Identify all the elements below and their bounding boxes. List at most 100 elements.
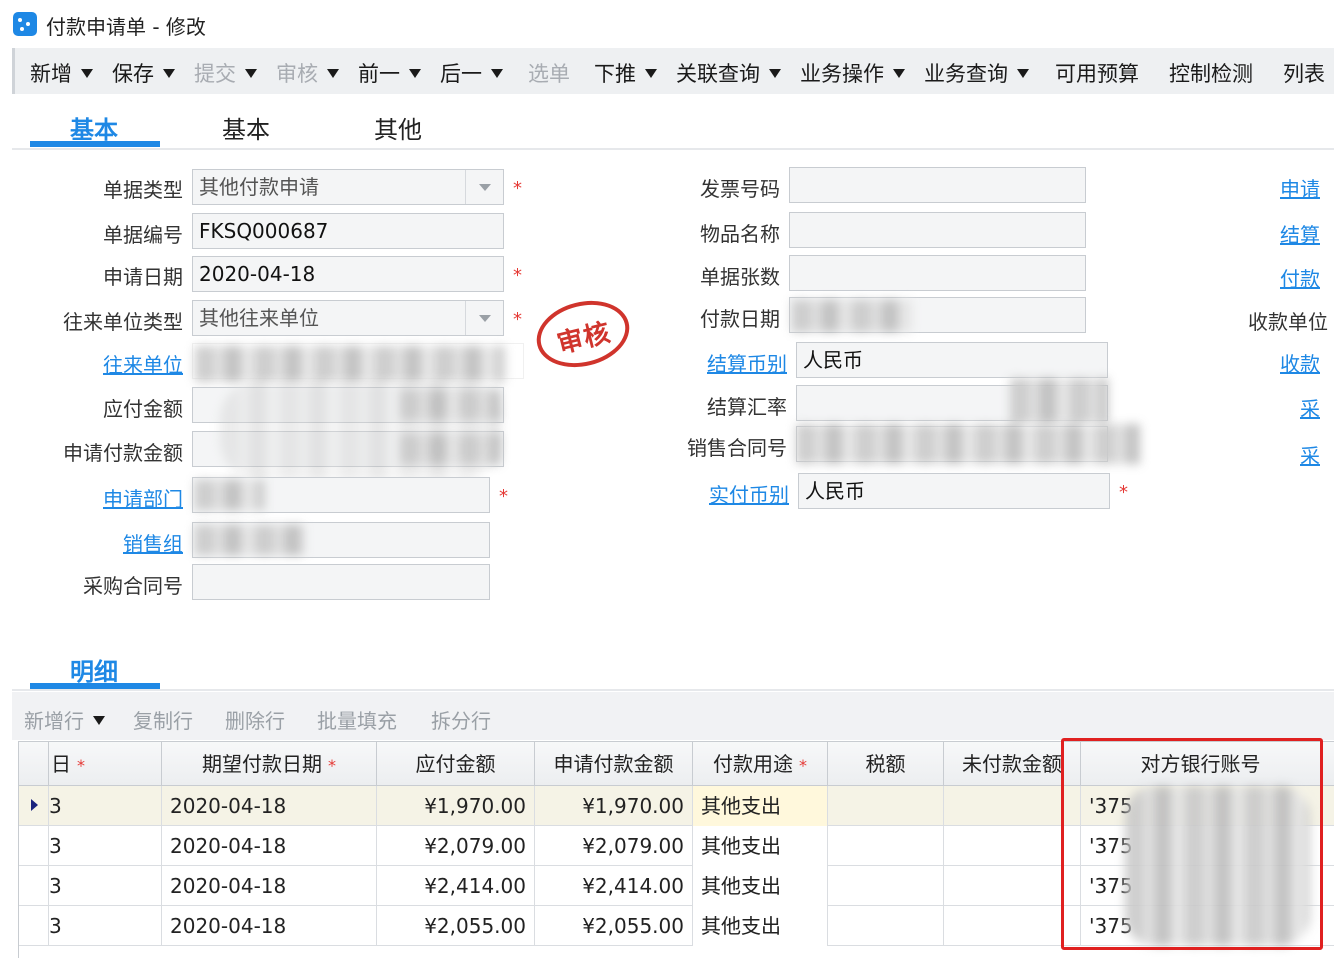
cell-expected-date[interactable]: 2020-04-18 — [162, 906, 377, 946]
bill-no-field[interactable]: FKSQ000687 — [192, 213, 504, 249]
cell-expected-date[interactable]: 2020-04-18 — [162, 866, 377, 906]
next-button[interactable]: 后一 — [440, 58, 503, 88]
push-down-button[interactable]: 下推 — [594, 58, 657, 88]
row-selector[interactable] — [19, 906, 49, 946]
settle-rate-label: 结算汇率 — [707, 395, 787, 419]
item-name-field[interactable] — [789, 212, 1086, 248]
cell-payable[interactable]: ¥2,079.00 — [377, 826, 535, 866]
cell-apply-amount[interactable]: ¥1,970.00 — [535, 786, 693, 826]
row-selector[interactable] — [19, 826, 49, 866]
bill-type-select[interactable]: 其他付款申请 — [192, 169, 504, 205]
available-budget-button[interactable]: 可用预算 — [1055, 58, 1139, 88]
new-button[interactable]: 新增 — [30, 58, 93, 88]
select-bill-button[interactable]: 选单 — [528, 58, 570, 88]
chevron-down-icon[interactable] — [93, 716, 105, 725]
highlight-annotation — [1061, 738, 1323, 950]
apply-date-field[interactable]: 2020-04-18 — [192, 256, 504, 292]
cell-day[interactable]: 3 — [49, 786, 162, 826]
cell-purpose[interactable]: 其他支出 — [693, 786, 828, 826]
sales-contract-label: 销售合同号 — [687, 436, 787, 460]
dropdown-arrow-icon[interactable] — [465, 301, 503, 335]
control-check-button[interactable]: 控制检测 — [1169, 58, 1253, 88]
right-link-purchase-2[interactable]: 采 — [1300, 440, 1334, 469]
cell-purpose[interactable]: 其他支出 — [693, 866, 828, 906]
redacted-block — [1010, 378, 1108, 424]
copy-row-button[interactable]: 复制行 — [133, 705, 193, 734]
tab-basic[interactable]: 基本 — [70, 110, 118, 145]
cell-expected-date[interactable]: 2020-04-18 — [162, 826, 377, 866]
chevron-down-icon[interactable] — [893, 69, 905, 78]
biz-query-button[interactable]: 业务查询 — [924, 58, 1029, 88]
cell-payable[interactable]: ¥1,970.00 — [377, 786, 535, 826]
chevron-down-icon[interactable] — [245, 69, 257, 78]
col-header-tax[interactable]: 税额 — [828, 742, 944, 786]
partner-type-select[interactable]: 其他往来单位 — [192, 300, 504, 336]
chevron-down-icon[interactable] — [163, 69, 175, 78]
prev-button[interactable]: 前一 — [358, 58, 421, 88]
save-button[interactable]: 保存 — [112, 58, 175, 88]
detail-section-title[interactable]: 明细 — [70, 652, 118, 687]
biz-operation-button[interactable]: 业务操作 — [800, 58, 905, 88]
apply-dept-link[interactable]: 申请部门 — [40, 483, 183, 512]
col-header-apply-amount[interactable]: 申请付款金额 — [535, 742, 693, 786]
col-header-payable[interactable]: 应付金额 — [377, 742, 535, 786]
right-link-pay[interactable]: 付款 — [1280, 263, 1334, 292]
chevron-down-icon[interactable] — [645, 69, 657, 78]
window-title: 付款申请单 - 修改 — [46, 15, 206, 39]
actual-currency-field[interactable]: 人民币 — [798, 473, 1110, 509]
cell-apply-amount[interactable]: ¥2,055.00 — [535, 906, 693, 946]
cell-apply-amount[interactable]: ¥2,079.00 — [535, 826, 693, 866]
related-query-button[interactable]: 关联查询 — [676, 58, 781, 88]
cell-expected-date[interactable]: 2020-04-18 — [162, 786, 377, 826]
right-link-settle[interactable]: 结算 — [1280, 219, 1334, 248]
chevron-down-icon[interactable] — [81, 69, 93, 78]
cell-tax[interactable] — [828, 826, 944, 866]
col-header-expected-date[interactable]: 期望付款日期 * — [162, 742, 377, 786]
col-header-purpose[interactable]: 付款用途 * — [693, 742, 828, 786]
invoice-no-field[interactable] — [789, 167, 1086, 203]
right-link-purchase-1[interactable]: 采 — [1300, 393, 1334, 422]
cell-payable[interactable]: ¥2,414.00 — [377, 866, 535, 906]
tab-other[interactable]: 其他 — [374, 110, 422, 145]
cell-purpose[interactable]: 其他支出 — [693, 906, 828, 946]
bill-count-field[interactable] — [789, 255, 1086, 291]
cell-tax[interactable] — [828, 906, 944, 946]
cell-payable[interactable]: ¥2,055.00 — [377, 906, 535, 946]
row-selector[interactable] — [19, 866, 49, 906]
right-link-apply[interactable]: 申请 — [1280, 173, 1334, 202]
cell-tax[interactable] — [828, 786, 944, 826]
chevron-down-icon[interactable] — [491, 69, 503, 78]
chevron-down-icon[interactable] — [769, 69, 781, 78]
col-header-day[interactable]: 日 * — [49, 742, 162, 786]
submit-button[interactable]: 提交 — [194, 58, 257, 88]
cell-day[interactable]: 3 — [49, 906, 162, 946]
audit-button[interactable]: 审核 — [276, 58, 339, 88]
cell-purpose[interactable]: 其他支出 — [693, 826, 828, 866]
redacted-block — [195, 346, 505, 382]
cell-day[interactable]: 3 — [49, 866, 162, 906]
sales-group-link[interactable]: 销售组 — [40, 528, 183, 557]
cell-day[interactable]: 3 — [49, 826, 162, 866]
add-row-button[interactable]: 新增行 — [24, 705, 105, 734]
cell-apply-amount[interactable]: ¥2,414.00 — [535, 866, 693, 906]
chevron-down-icon[interactable] — [409, 69, 421, 78]
tab-basic-2[interactable]: 基本 — [222, 110, 270, 145]
row-selector[interactable] — [19, 786, 49, 826]
settle-currency-field[interactable]: 人民币 — [796, 342, 1108, 378]
delete-row-button[interactable]: 删除行 — [225, 705, 285, 734]
settle-currency-link[interactable]: 结算币别 — [647, 348, 787, 377]
chevron-down-icon[interactable] — [327, 69, 339, 78]
split-row-button[interactable]: 拆分行 — [431, 705, 491, 734]
payee-label: 收款单位 — [1248, 310, 1328, 334]
actual-currency-link[interactable]: 实付币别 — [649, 479, 789, 508]
chevron-down-icon[interactable] — [1017, 69, 1029, 78]
bill-count-label: 单据张数 — [700, 265, 780, 289]
list-button[interactable]: 列表 — [1283, 58, 1325, 88]
bill-no-label: 单据编号 — [103, 223, 183, 247]
dropdown-arrow-icon[interactable] — [465, 170, 503, 204]
purchase-contract-field[interactable] — [192, 564, 490, 600]
batch-fill-button[interactable]: 批量填充 — [317, 705, 397, 734]
partner-link[interactable]: 往来单位 — [40, 349, 183, 378]
cell-tax[interactable] — [828, 866, 944, 906]
right-link-receive[interactable]: 收款 — [1280, 348, 1334, 377]
